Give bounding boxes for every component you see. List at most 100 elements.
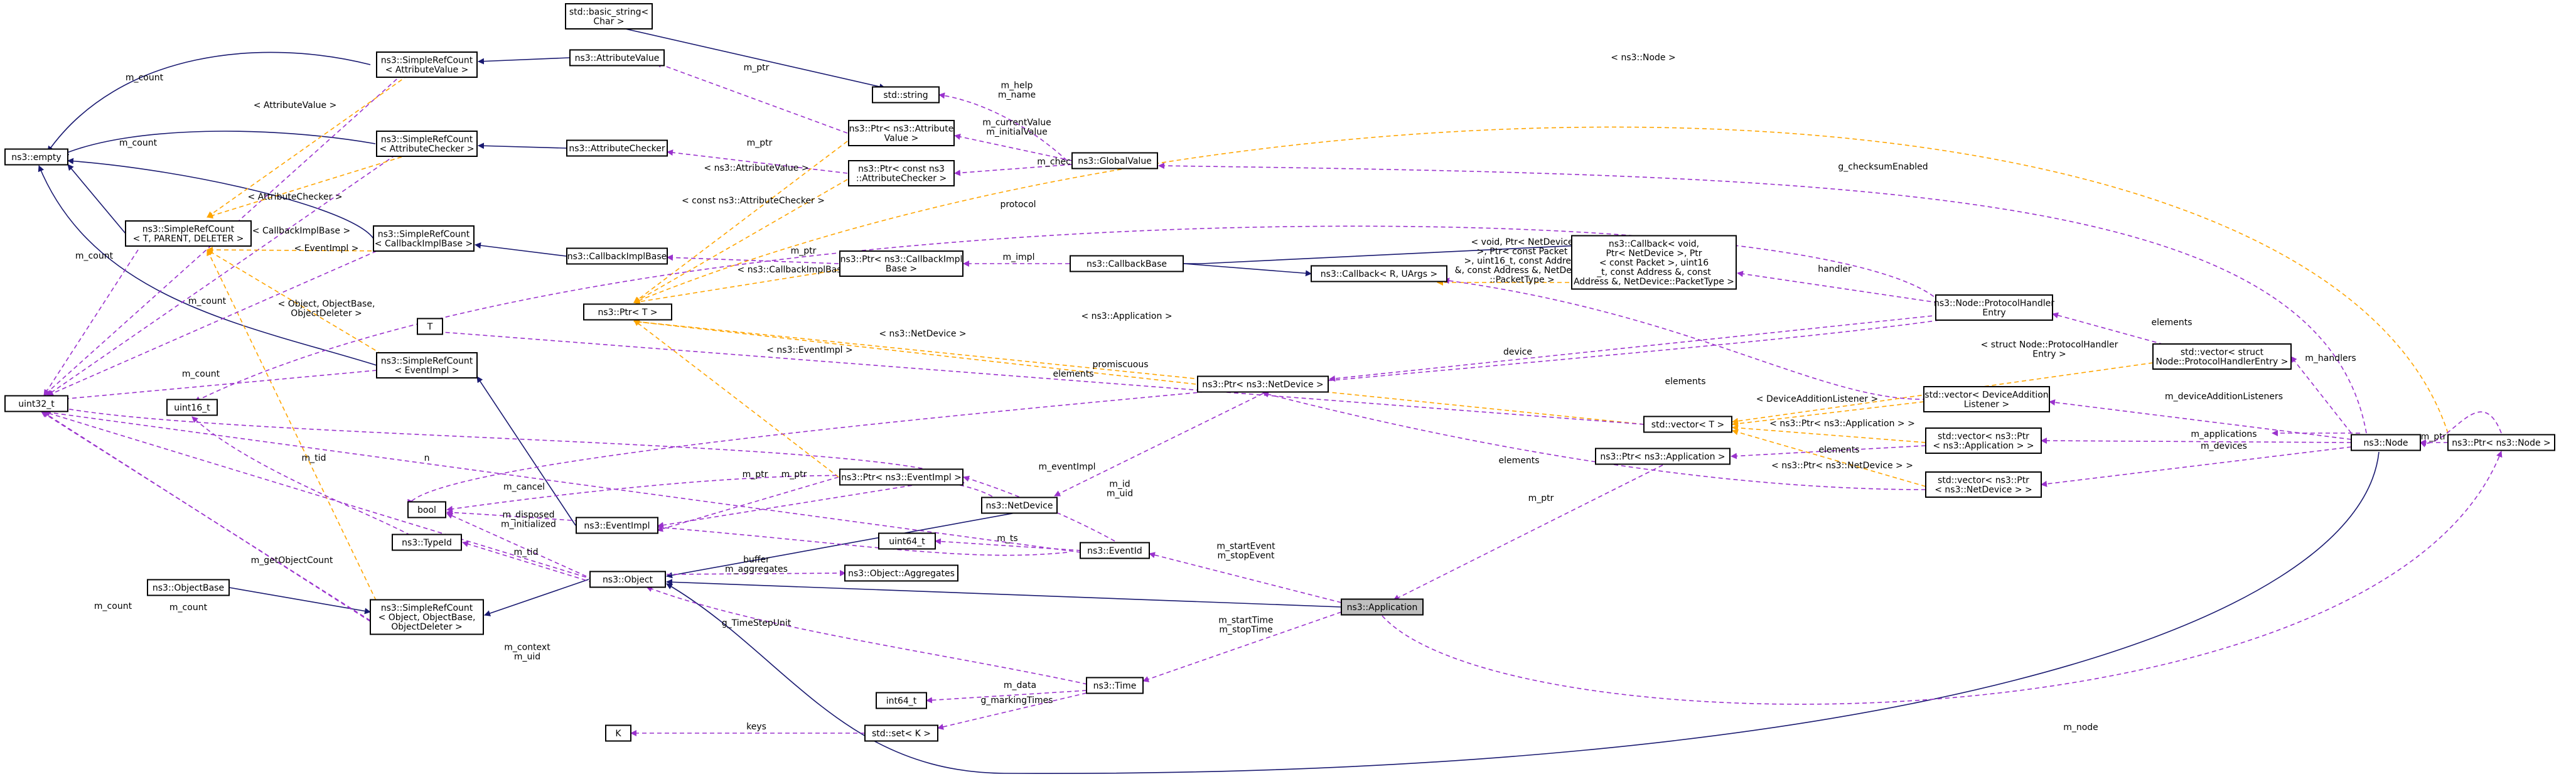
inherit-edge [62, 131, 376, 156]
class-node-aggregates[interactable]: ns3::Object::Aggregates [844, 564, 958, 582]
class-node-t[interactable]: T [417, 318, 443, 335]
class-name: std::vector< ns3::Ptr < ns3::NetDevice > … [1935, 476, 2032, 495]
class-node-ptr-app[interactable]: ns3::Ptr< ns3::Application > [1595, 448, 1731, 465]
class-node-vec-phe[interactable]: std::vector< struct Node::ProtocolHandler… [2152, 343, 2292, 370]
edge-label: m_count [75, 251, 114, 261]
class-node-time[interactable]: ns3::Time [1086, 677, 1144, 694]
edge-label: m_deviceAdditionListeners [2165, 392, 2283, 402]
edge-label: m_tid [302, 453, 326, 463]
class-node-src-cbimpl[interactable]: ns3::SimpleRefCount < CallbackImplBase > [373, 225, 475, 252]
use-edge [1054, 393, 1264, 497]
edge-label: m_applications [2191, 429, 2257, 439]
inherit-edge [484, 579, 589, 616]
edge-label: m_help m_name [998, 81, 1036, 100]
class-node-src-obj[interactable]: ns3::SimpleRefCount < Object, ObjectBase,… [370, 599, 484, 635]
class-node-ptr-netdevice[interactable]: ns3::Ptr< ns3::NetDevice > [1197, 375, 1329, 393]
class-name: ns3::empty [11, 153, 61, 163]
class-node-object[interactable]: ns3::Object [589, 571, 666, 588]
class-node-globalvalue[interactable]: ns3::GlobalValue [1071, 152, 1158, 169]
class-name: ns3::EventId [1087, 546, 1142, 556]
class-node-callback-rua[interactable]: ns3::Callback< R, UArgs > [1311, 265, 1447, 282]
edge-label: < Object, ObjectBase, ObjectDeleter > [278, 299, 375, 319]
class-node-callbackbase[interactable]: ns3::CallbackBase [1070, 255, 1184, 272]
edge-label: m_ptr [2421, 432, 2447, 442]
edge-label: g_checksumEnabled [1838, 162, 1928, 172]
class-node-basic-string[interactable]: std::basic_string< Char > [565, 3, 653, 30]
class-node-ptr-attrchk[interactable]: ns3::Ptr< const ns3::AttributeChecker > [848, 160, 955, 186]
class-node-cbimplbase[interactable]: ns3::CallbackImplBase [566, 247, 668, 265]
class-node-uint32[interactable]: uint32_t [4, 395, 68, 412]
edge-label: m_ptr [744, 63, 770, 73]
edge-label: protocol [1000, 200, 1036, 210]
edge-label: m_currentValue m_initialValue [982, 118, 1051, 137]
use-edge [407, 320, 1940, 506]
class-node-eventid[interactable]: ns3::EventId [1080, 542, 1150, 559]
class-node-ptr-attrval[interactable]: ns3::Ptr< ns3::Attribute Value > [848, 120, 955, 146]
use-edge [47, 403, 965, 484]
class-node-protocolhandler[interactable]: ns3::Node::ProtocolHandler Entry [1934, 294, 2054, 321]
class-name: ns3::AttributeChecker [569, 144, 665, 154]
template-edge [1732, 424, 1926, 443]
edge-label: m_cancel [503, 482, 545, 492]
edge-label: m_startTime m_stopTime [1218, 616, 1274, 635]
edge-label: < ns3::CallbackImplBase > [738, 265, 857, 275]
class-node-netdevice[interactable]: ns3::NetDevice [981, 497, 1058, 514]
edge-label: < ns3::Application > [1081, 311, 1172, 321]
class-node-ptr-t[interactable]: ns3::Ptr< T > [583, 303, 672, 321]
class-node-src-attrchk[interactable]: ns3::SimpleRefCount < AttributeChecker > [376, 131, 478, 157]
class-node-ptr-node[interactable]: ns3::Ptr< ns3::Node > [2447, 434, 2555, 451]
edge-label: m_ptr [1528, 493, 1554, 503]
class-node-stdstring[interactable]: std::string [872, 86, 940, 104]
class-name: ns3::SimpleRefCount < AttributeChecker > [379, 135, 474, 154]
edge-label: m_data [1004, 680, 1036, 690]
class-name: ns3::AttributeValue [575, 53, 660, 63]
class-name: ns3::EventImpl [584, 521, 650, 531]
edge-label: m_getObjectCount [251, 556, 333, 566]
class-node-src-t[interactable]: ns3::SimpleRefCount < T, PARENT, DELETER … [125, 220, 252, 247]
class-name: ns3::CallbackBase [1087, 259, 1167, 269]
class-node-eventimpl[interactable]: ns3::EventImpl [576, 517, 658, 534]
class-node-node[interactable]: ns3::Node [2351, 434, 2421, 451]
edge-label: m_startEvent m_stopEvent [1216, 542, 1275, 561]
class-name: uint32_t [18, 399, 55, 409]
class-node-k[interactable]: K [605, 724, 631, 742]
class-node-empty[interactable]: ns3::empty [4, 148, 68, 166]
edge-label: m_ptr [743, 470, 768, 480]
class-name: ns3::GlobalValue [1078, 156, 1152, 166]
class-node-typeid[interactable]: ns3::TypeId [392, 534, 462, 551]
edge-label: elements [1053, 369, 1093, 379]
class-name: std::vector< T > [1651, 420, 1724, 430]
class-node-attrchk[interactable]: ns3::AttributeChecker [566, 139, 668, 157]
edge-label: m_ptr [781, 470, 807, 480]
class-node-src-event[interactable]: ns3::SimpleRefCount < EventImpl > [376, 352, 478, 379]
class-name: ns3::Node [2363, 438, 2408, 448]
class-node-stdset[interactable]: std::set< K > [864, 724, 938, 742]
class-node-uint16[interactable]: uint16_t [166, 399, 218, 416]
class-name: ns3::TypeId [402, 538, 452, 548]
class-node-vec-ptr-nd[interactable]: std::vector< ns3::Ptr < ns3::NetDevice > … [1925, 471, 2042, 498]
edge-label: m_tid [514, 547, 539, 557]
edge-label: < ns3::AttributeValue > [704, 163, 808, 173]
class-node-attrval[interactable]: ns3::AttributeValue [569, 49, 665, 67]
class-node-vec-t[interactable]: std::vector< T > [1643, 416, 1732, 433]
edge-label: n [424, 453, 430, 463]
class-node-bool[interactable]: bool [407, 501, 446, 518]
class-node-objectbase[interactable]: ns3::ObjectBase [147, 579, 230, 596]
class-node-uint64-a[interactable]: uint64_t [878, 532, 936, 550]
class-node-src-attrval[interactable]: ns3::SimpleRefCount < AttributeValue > [376, 51, 478, 78]
class-node-vec-dal[interactable]: std::vector< DeviceAddition Listener > [1923, 386, 2050, 412]
class-name: T [427, 322, 433, 332]
inherit-edge [478, 57, 570, 65]
inherit-edge [67, 164, 126, 234]
class-node-application[interactable]: ns3::Application [1341, 598, 1424, 616]
class-node-ptr-eventimpl[interactable]: ns3::Ptr< ns3::EventImpl > [839, 468, 963, 486]
class-node-callback-void[interactable]: ns3::Callback< void, Ptr< NetDevice >, Pt… [1571, 235, 1737, 290]
class-node-vec-ptr-app[interactable]: std::vector< ns3::Ptr < ns3::Application … [1925, 427, 2042, 454]
edge-label: m_ptr [747, 138, 773, 148]
class-node-ptr-cbimpl[interactable]: ns3::Ptr< ns3::CallbackImpl Base > [839, 250, 963, 277]
class-name: K [615, 729, 621, 739]
edge-label: elements [1818, 445, 1859, 455]
edge-label: < CallbackImplBase > [252, 226, 350, 236]
class-node-int64[interactable]: int64_t [876, 692, 927, 709]
edge-label: < ns3::Node > [1611, 53, 1675, 63]
